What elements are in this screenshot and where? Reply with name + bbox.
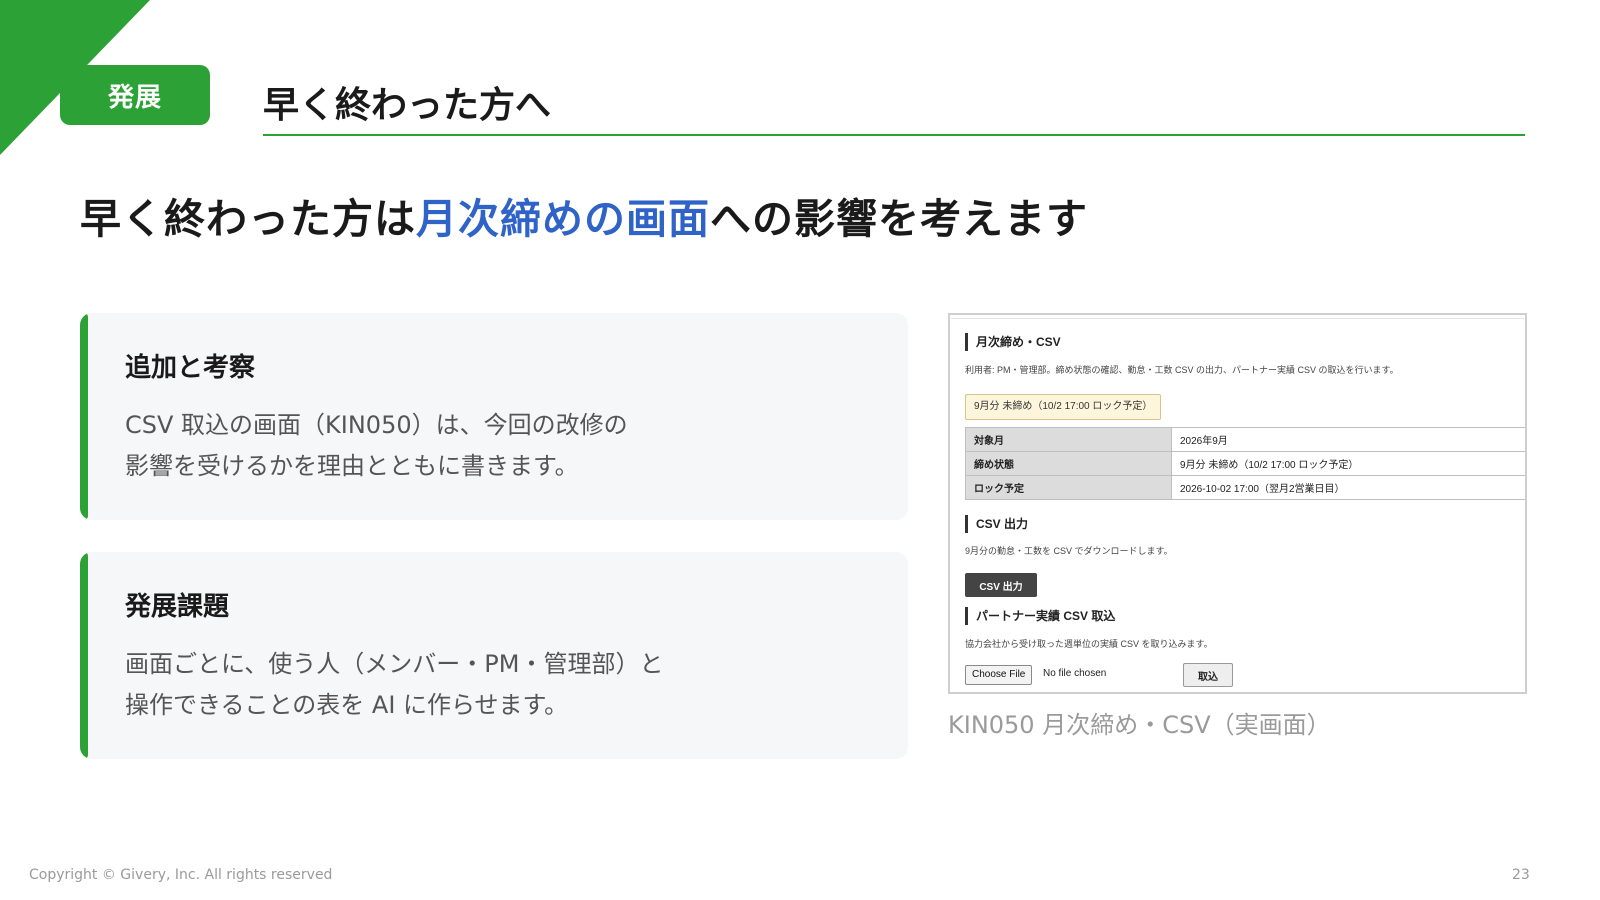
card-line: CSV 取込の画面（KIN050）は、今回の改修の (125, 411, 628, 439)
table-row: ロック予定 2026-10-02 17:00（翌月2営業日目） (965, 475, 1525, 500)
row-label: ロック予定 (965, 475, 1172, 500)
table-row: 締め状態 9月分 未締め（10/2 17:00 ロック予定） (965, 451, 1525, 476)
table-row: 対象月 2026年9月 (965, 427, 1525, 452)
title-underline (263, 134, 1525, 136)
partner-import-description: 協力会社から受け取った週単位の実績 CSV を取り込みます。 (965, 639, 1213, 649)
screenshot-caption: KIN050 月次締め・CSV（実画面） (948, 711, 1331, 739)
section-badge: 発展 (60, 65, 210, 125)
card-accent-bar (80, 552, 88, 759)
card-title: 追加と考察 (125, 353, 256, 383)
copyright-text: Copyright © Givery, Inc. All rights rese… (29, 867, 333, 883)
card-line: 操作できることの表を AI に作らせます。 (125, 691, 569, 719)
screen-description: 利用者: PM・管理部。締め状態の確認、勤怠・工数 CSV の出力、パートナー実… (965, 365, 1399, 375)
card-title: 発展課題 (125, 592, 230, 622)
screenshot-frame: 月次締め・CSV 利用者: PM・管理部。締め状態の確認、勤怠・工数 CSV の… (951, 318, 1525, 691)
csv-output-button[interactable]: CSV 出力 (965, 573, 1037, 597)
headline-after: への影響を考えます (710, 195, 1088, 243)
row-value: 9月分 未締め（10/2 17:00 ロック予定） (1171, 451, 1525, 476)
card-accent-bar (80, 313, 88, 520)
status-table: 対象月 2026年9月 締め状態 9月分 未締め（10/2 17:00 ロック予… (965, 427, 1525, 500)
screenshot-panel: 月次締め・CSV 利用者: PM・管理部。締め状態の確認、勤怠・工数 CSV の… (948, 313, 1527, 694)
page-number: 23 (1512, 867, 1530, 883)
row-value: 2026年9月 (1171, 427, 1525, 452)
csv-output-description: 9月分の勤怠・工数を CSV でダウンロードします。 (965, 546, 1173, 556)
import-button[interactable]: 取込 (1183, 663, 1233, 687)
headline-highlight: 月次締めの画面 (416, 195, 710, 243)
file-status: No file chosen (1043, 668, 1107, 679)
card-body: 画面ごとに、使う人（メンバー・PM・管理部）と 操作できることの表を AI に作… (125, 644, 865, 726)
row-label: 対象月 (965, 427, 1172, 452)
card-addition: 追加と考察 CSV 取込の画面（KIN050）は、今回の改修の 影響を受けるかを… (80, 313, 908, 520)
headline-before: 早く終わった方は (80, 195, 416, 243)
card-advanced: 発展課題 画面ごとに、使う人（メンバー・PM・管理部）と 操作できることの表を … (80, 552, 908, 759)
headline: 早く終わった方は月次締めの画面への影響を考えます (80, 185, 1088, 245)
card-line: 影響を受けるかを理由とともに書きます。 (125, 452, 579, 480)
row-label: 締め状態 (965, 451, 1172, 476)
slide-title: 早く終わった方へ (263, 85, 552, 126)
card-line: 画面ごとに、使う人（メンバー・PM・管理部）と (125, 650, 664, 678)
row-value: 2026-10-02 17:00（翌月2営業日目） (1171, 475, 1525, 500)
screen-title: 月次締め・CSV (965, 333, 1061, 351)
status-chip: 9月分 未締め（10/2 17:00 ロック予定） (965, 394, 1162, 420)
choose-file-button[interactable]: Choose File (965, 665, 1033, 685)
card-body: CSV 取込の画面（KIN050）は、今回の改修の 影響を受けるかを理由とともに… (125, 405, 865, 487)
partner-import-title: パートナー実績 CSV 取込 (965, 607, 1115, 625)
csv-output-title: CSV 出力 (965, 515, 1028, 533)
